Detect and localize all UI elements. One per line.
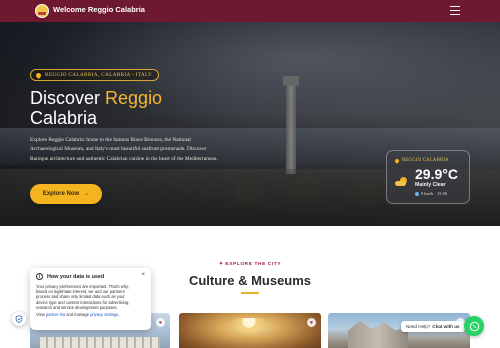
section-kicker: ✦ EXPLORE THE CITY	[218, 262, 282, 267]
weather-wind: 9 km/h · 15:00	[415, 191, 447, 196]
arrow-right-icon: →	[83, 191, 90, 197]
chat-help-cta: Chat with us	[432, 324, 460, 329]
whatsapp-icon	[469, 321, 479, 331]
chat-help-label[interactable]: Need Help? Chat with us	[401, 321, 465, 332]
close-icon[interactable]: ×	[141, 272, 145, 278]
chandelier-image	[233, 318, 265, 334]
site-title[interactable]: Welcome Reggio Calabria	[53, 5, 145, 14]
weather-location: REGGIO CALABRIA	[394, 157, 449, 164]
location-pin-icon	[34, 71, 43, 79]
weather-condition: Mainly Clear	[415, 182, 446, 188]
chat-help-prefix: Need Help?	[406, 324, 431, 329]
location-badge-label: REGGIO CALABRIA, CALABRIA - ITALY	[45, 72, 153, 78]
weather-wind-label: 9 km/h · 15:00	[421, 191, 447, 196]
hero-background-column	[283, 76, 299, 174]
privacy-notice-popup: i How your data is used × Your privacy p…	[30, 268, 151, 330]
explore-now-label: Explore Now	[42, 191, 80, 197]
whatsapp-chat-button[interactable]	[464, 316, 484, 336]
hero-title: Discover Reggio Calabria	[30, 88, 250, 128]
location-badge: REGGIO CALABRIA, CALABRIA - ITALY	[30, 69, 160, 81]
culture-card-theatre[interactable]: ♥	[179, 313, 321, 348]
location-pin-icon	[394, 157, 400, 164]
favorite-icon[interactable]: ♥	[307, 318, 316, 327]
hamburger-menu-icon[interactable]	[450, 6, 460, 15]
hero-title-suffix: Calabria	[30, 108, 98, 128]
top-navigation-bar: Welcome Reggio Calabria	[0, 0, 500, 22]
privacy-notice-header: i How your data is used	[36, 273, 145, 280]
hero-description: Explore Reggio Calabria: home to the fam…	[30, 137, 218, 162]
privacy-notice-body: Your privacy preferences are important. …	[36, 284, 130, 310]
weather-location-label: REGGIO CALABRIA	[402, 158, 449, 163]
hero-title-prefix: Discover	[30, 88, 101, 108]
partner-list-link[interactable]: partner list	[46, 312, 65, 317]
section-divider	[241, 292, 259, 294]
hero-title-accent: Reggio	[105, 88, 163, 108]
privacy-settings-link[interactable]: privacy settings	[90, 312, 118, 317]
weather-widget: REGGIO CALABRIA 29.9°C Mainly Clear 9 km…	[386, 150, 470, 204]
partly-cloudy-icon	[395, 177, 409, 187]
city-crest-icon[interactable]	[35, 4, 49, 18]
info-icon: i	[36, 273, 43, 280]
wind-icon	[415, 191, 419, 196]
privacy-shield-icon[interactable]	[12, 312, 26, 326]
explore-now-button[interactable]: Explore Now →	[30, 184, 102, 204]
weather-temperature: 29.9°C	[415, 166, 458, 182]
privacy-notice-footer: View partner list and manage privacy set…	[36, 312, 120, 318]
favorite-icon[interactable]: ♥	[156, 318, 165, 327]
privacy-notice-title: How your data is used	[47, 273, 105, 280]
